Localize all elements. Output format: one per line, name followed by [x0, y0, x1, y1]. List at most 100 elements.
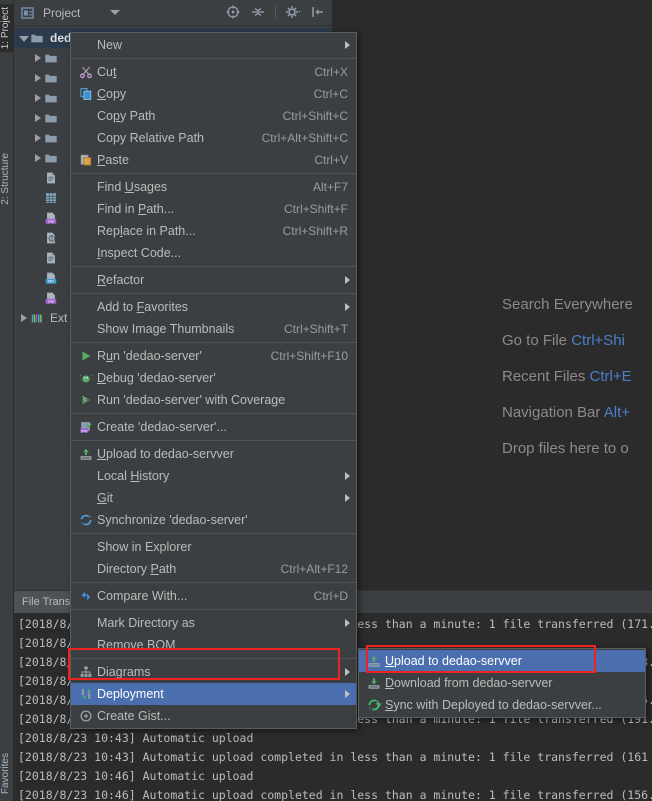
- menu-item-deployment[interactable]: Deployment: [71, 683, 356, 705]
- gist-icon: [75, 708, 97, 724]
- menu-item-new[interactable]: New: [71, 34, 356, 56]
- menu-item-directory-path[interactable]: Directory PathCtrl+Alt+F12: [71, 558, 356, 580]
- menu-separator: [71, 266, 356, 267]
- menu-item-inspect-code[interactable]: Inspect Code...: [71, 242, 356, 264]
- menu-item-paste[interactable]: PasteCtrl+V: [71, 149, 356, 171]
- menu-separator: [71, 342, 356, 343]
- menu-item-no-icon: [75, 179, 97, 195]
- menu-item-shortcut: Ctrl+D: [314, 589, 356, 603]
- editor-hint: Search Everywhere: [502, 296, 633, 313]
- menu-item-no-icon: [75, 539, 97, 555]
- menu-separator: [71, 658, 356, 659]
- menu-item-upload-to-dedao-servver[interactable]: Upload to dedao-servver: [71, 443, 356, 465]
- menu-item-upload-to-dedao-servver[interactable]: Upload to dedao-servver: [359, 650, 645, 672]
- svg-text:php: php: [81, 429, 87, 433]
- synchronize-icon: [75, 512, 97, 528]
- create-php-icon: php: [75, 419, 97, 435]
- menu-item-shortcut: Ctrl+Shift+F10: [271, 349, 356, 363]
- menu-item-label: Copy: [97, 87, 314, 101]
- menu-item-compare-with[interactable]: Compare With...Ctrl+D: [71, 585, 356, 607]
- menu-item-shortcut: Ctrl+Alt+F12: [281, 562, 356, 576]
- menu-separator: [71, 58, 356, 59]
- submenu-arrow-icon: [345, 41, 350, 49]
- menu-item-download-from-dedao-servver[interactable]: Download from dedao-servver: [359, 672, 645, 694]
- menu-item-label: Refactor: [97, 273, 356, 287]
- chevron-right-icon[interactable]: [32, 91, 44, 105]
- menu-item-label: New: [97, 38, 356, 52]
- menu-item-refactor[interactable]: Refactor: [71, 269, 356, 291]
- project-panel-header: Project: [14, 0, 332, 26]
- menu-separator: [71, 609, 356, 610]
- menu-item-no-icon: [75, 321, 97, 337]
- menu-item-create-gist[interactable]: Create Gist...: [71, 705, 356, 727]
- menu-item-label: Copy Relative Path: [97, 131, 262, 145]
- folder-icon: [44, 150, 62, 166]
- menu-item-label: Inspect Code...: [97, 246, 356, 260]
- editor-hint-shortcut: Alt+: [600, 404, 630, 421]
- folder-icon: [44, 50, 62, 66]
- chevron-right-icon[interactable]: [32, 51, 44, 65]
- menu-item-label: Show Image Thumbnails: [97, 322, 284, 336]
- stripe-tab-2-structure[interactable]: 2: Structure: [0, 150, 14, 208]
- chevron-right-icon[interactable]: [32, 151, 44, 165]
- menu-item-diagrams[interactable]: Diagrams: [71, 661, 356, 683]
- tree-row-label: Ext: [50, 311, 67, 325]
- menu-item-shortcut: Ctrl+Shift+R: [283, 224, 356, 238]
- gear-icon[interactable]: [285, 4, 301, 20]
- editor-area[interactable]: Search EverywhereGo to File Ctrl+ShiRece…: [332, 0, 652, 590]
- submenu-arrow-icon: [345, 472, 350, 480]
- stripe-tab-1-project[interactable]: 1: Project: [0, 4, 14, 52]
- menu-item-copy-relative-path[interactable]: Copy Relative PathCtrl+Alt+Shift+C: [71, 127, 356, 149]
- menu-item-label: Add to Favorites: [97, 300, 356, 314]
- menu-item-local-history[interactable]: Local History: [71, 465, 356, 487]
- menu-item-shortcut: Ctrl+X: [314, 65, 356, 79]
- menu-item-copy[interactable]: CopyCtrl+C: [71, 83, 356, 105]
- menu-item-shortcut: Ctrl+Shift+T: [284, 322, 356, 336]
- chevron-right-icon[interactable]: [32, 131, 44, 145]
- deployment-submenu[interactable]: Upload to dedao-servverDownload from ded…: [358, 648, 646, 718]
- menu-item-add-to-favorites[interactable]: Add to Favorites: [71, 296, 356, 318]
- menu-item-no-icon: [75, 108, 97, 124]
- hide-icon[interactable]: [310, 4, 326, 20]
- menu-item-copy-path[interactable]: Copy PathCtrl+Shift+C: [71, 105, 356, 127]
- menu-item-label: Diagrams: [97, 665, 356, 679]
- chevron-down-icon[interactable]: [18, 31, 30, 45]
- menu-item-git[interactable]: Git: [71, 487, 356, 509]
- menu-item-find-usages[interactable]: Find UsagesAlt+F7: [71, 176, 356, 198]
- ide-window: Search EverywhereGo to File Ctrl+ShiRece…: [0, 0, 652, 801]
- menu-item-find-in-path[interactable]: Find in Path...Ctrl+Shift+F: [71, 198, 356, 220]
- menu-item-remove-bom[interactable]: Remove BOM: [71, 634, 356, 656]
- context-menu[interactable]: NewCutCtrl+XCopyCtrl+CCopy PathCtrl+Shif…: [70, 32, 357, 729]
- menu-item-debug-dedao-server[interactable]: Debug 'dedao-server': [71, 367, 356, 389]
- menu-item-label: Show in Explorer: [97, 540, 356, 554]
- menu-item-no-icon: [75, 37, 97, 53]
- diagrams-icon: [75, 664, 97, 680]
- chevron-right-icon[interactable]: [18, 311, 30, 325]
- menu-item-synchronize-dedao-server[interactable]: Synchronize 'dedao-server': [71, 509, 356, 531]
- menu-item-show-in-explorer[interactable]: Show in Explorer: [71, 536, 356, 558]
- menu-item-no-icon: [75, 201, 97, 217]
- menu-item-replace-in-path[interactable]: Replace in Path...Ctrl+Shift+R: [71, 220, 356, 242]
- collapse-all-icon[interactable]: [250, 4, 266, 20]
- chevron-right-icon[interactable]: [32, 71, 44, 85]
- menu-item-sync-with-deployed-to-dedao-servver[interactable]: Sync with Deployed to dedao-servver...: [359, 694, 645, 716]
- menu-item-run-dedao-server[interactable]: Run 'dedao-server'Ctrl+Shift+F10: [71, 345, 356, 367]
- folder-icon: [44, 70, 62, 86]
- menu-separator: [71, 413, 356, 414]
- menu-item-cut[interactable]: CutCtrl+X: [71, 61, 356, 83]
- chevron-right-icon[interactable]: [32, 111, 44, 125]
- menu-item-label: Mark Directory as: [97, 616, 356, 630]
- stripe-tab-favorites[interactable]: Favorites: [0, 750, 14, 797]
- menu-separator: [71, 440, 356, 441]
- locate-icon[interactable]: [225, 4, 241, 20]
- menu-item-run-dedao-server-with-coverage[interactable]: Run 'dedao-server' with Coverage: [71, 389, 356, 411]
- editor-hint-list: Search EverywhereGo to File Ctrl+ShiRece…: [502, 296, 633, 476]
- menu-item-label: Compare With...: [97, 589, 314, 603]
- menu-item-show-image-thumbnails[interactable]: Show Image ThumbnailsCtrl+Shift+T: [71, 318, 356, 340]
- menu-item-no-icon: [75, 130, 97, 146]
- menu-item-mark-directory-as[interactable]: Mark Directory as: [71, 612, 356, 634]
- menu-item-create-dedao-server[interactable]: phpCreate 'dedao-server'...: [71, 416, 356, 438]
- chevron-down-icon[interactable]: [110, 10, 120, 15]
- menu-item-label: Copy Path: [97, 109, 283, 123]
- editor-hint-shortcut: Ctrl+Shi: [567, 332, 625, 349]
